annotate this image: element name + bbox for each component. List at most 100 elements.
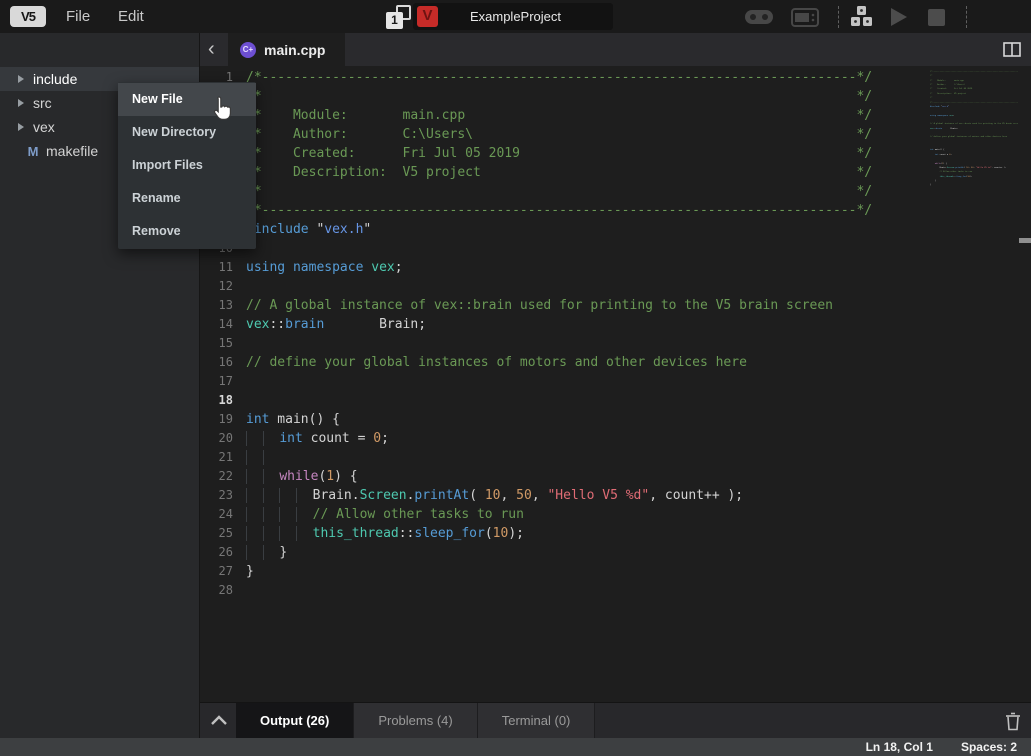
line-number: 15: [200, 334, 246, 353]
code-token: [285, 260, 293, 275]
code-line-21[interactable]: 21: [200, 448, 872, 467]
context-menu-item-rename[interactable]: Rename: [118, 182, 256, 215]
context-menu-item-import-files[interactable]: Import Files: [118, 149, 256, 182]
code-line-26[interactable]: 26 }: [200, 543, 872, 562]
context-menu: New FileNew DirectoryImport FilesRenameR…: [118, 82, 256, 249]
indent-guide: [263, 469, 280, 484]
cursor-position[interactable]: Ln 18, Col 1: [866, 740, 933, 754]
back-chevron-icon[interactable]: ‹: [208, 40, 222, 59]
code-line-19[interactable]: 19int main() {: [200, 410, 872, 429]
indent-guide: [246, 545, 263, 560]
minimap[interactable]: /*--------------------------------------…: [930, 70, 1018, 192]
panel-tab-output[interactable]: Output (26): [236, 703, 354, 739]
context-menu-item-remove[interactable]: Remove: [118, 215, 256, 248]
indent-setting[interactable]: Spaces: 2: [961, 740, 1017, 754]
code-line-13[interactable]: 13// A global instance of vex::brain use…: [200, 296, 872, 315]
indent-guide: [296, 488, 313, 503]
code-token: this_thread: [313, 526, 399, 541]
menu-edit[interactable]: Edit: [118, 0, 144, 33]
line-number: 22: [200, 467, 246, 486]
code-editor[interactable]: 1/*-------------------------------------…: [200, 66, 1031, 702]
line-number: 17: [200, 372, 246, 391]
status-bar: Ln 18, Col 1 Spaces: 2: [0, 738, 1031, 756]
context-menu-item-new-directory[interactable]: New Directory: [118, 116, 256, 149]
code-token: Screen: [360, 488, 407, 503]
indent-guide: [246, 450, 263, 465]
play-icon: [891, 8, 907, 26]
hand-cursor: [210, 95, 234, 123]
code-token: printAt: [414, 488, 469, 503]
code-token: while: [279, 469, 318, 484]
code-line-8[interactable]: 8/*-------------------------------------…: [200, 201, 872, 220]
code-line-4[interactable]: 4/* Author: C:\Users\ */: [200, 125, 872, 144]
editor-tab-bar: ‹ C+ main.cpp: [200, 33, 1031, 66]
context-menu-item-new-file[interactable]: New File: [118, 83, 256, 116]
panel-tab-terminal[interactable]: Terminal (0): [478, 703, 596, 739]
project-widget[interactable]: V ExampleProject: [413, 3, 613, 30]
code-line-3[interactable]: 3/* Module: main.cpp */: [200, 106, 872, 125]
code-line-17[interactable]: 17: [200, 372, 872, 391]
code-line-5[interactable]: 5/* Created: Fri Jul 05 2019 */: [200, 144, 872, 163]
code-line-11[interactable]: 11using namespace vex;: [200, 258, 872, 277]
code-line-15[interactable]: 15: [200, 334, 872, 353]
code-line-16[interactable]: 16// define your global instances of mot…: [200, 353, 872, 372]
code-line-6[interactable]: 6/* Description: V5 project */: [200, 163, 872, 182]
code-token: /*--------------------------------------…: [246, 70, 872, 85]
line-number: 18: [200, 391, 246, 410]
code-token: namespace: [293, 260, 363, 275]
stop-icon: [928, 9, 945, 26]
cpp-file-icon: C+: [240, 42, 256, 58]
code-token: 10: [493, 526, 509, 541]
code-token: ": [363, 222, 371, 237]
code-token: count =: [303, 431, 373, 446]
code-token: ,: [501, 488, 517, 503]
indent-guide: [296, 526, 313, 541]
code-token: /* Author: C:\Users\ */: [246, 127, 872, 142]
trash-icon[interactable]: [1005, 712, 1021, 731]
code-line-1[interactable]: 1/*-------------------------------------…: [200, 68, 872, 87]
code-line-2[interactable]: 2/* */: [200, 87, 872, 106]
indent-guide: [246, 507, 263, 522]
code-line-12[interactable]: 12: [200, 277, 872, 296]
indent-guide: [263, 450, 280, 465]
code-line-22[interactable]: 22 while(1) {: [200, 467, 872, 486]
code-token: main() {: [269, 412, 339, 427]
minimap-line: // define your global instances of motor…: [930, 135, 1018, 139]
code-line-24[interactable]: 24 // Allow other tasks to run: [200, 505, 872, 524]
code-token: vex: [246, 317, 269, 332]
code-line-7[interactable]: 7/* */: [200, 182, 872, 201]
code-line-20[interactable]: 20 int count = 0;: [200, 429, 872, 448]
tab-main-cpp[interactable]: C+ main.cpp: [228, 33, 345, 66]
chevron-right-icon: [18, 99, 24, 107]
code-token: ) {: [334, 469, 357, 484]
brain-screen-icon: [791, 8, 819, 27]
code-line-18[interactable]: 18: [200, 391, 872, 410]
chevron-right-icon: [18, 123, 24, 131]
expand-panel-chevron-icon[interactable]: [210, 714, 228, 726]
line-number: 20: [200, 429, 246, 448]
code-line-25[interactable]: 25 this_thread::sleep_for(10);: [200, 524, 872, 543]
code-token: 10: [485, 488, 501, 503]
code-line-9[interactable]: 9#include "vex.h": [200, 220, 872, 239]
panel-tab-problems[interactable]: Problems (4): [354, 703, 477, 739]
code-token: /* */: [246, 184, 872, 199]
bottom-panel-bar: Output (26)Problems (4)Terminal (0): [200, 702, 1031, 738]
scrollbar-thumb[interactable]: [1019, 238, 1031, 243]
project-name: ExampleProject: [438, 9, 613, 24]
code-token: ::: [269, 317, 285, 332]
line-number: 24: [200, 505, 246, 524]
download-cubes-icon[interactable]: [849, 6, 874, 28]
menu-file[interactable]: File: [66, 0, 90, 33]
tree-item-label: include: [33, 71, 77, 87]
code-line-14[interactable]: 14vex::brain Brain;: [200, 315, 872, 334]
code-token: int: [279, 431, 302, 446]
code-line-27[interactable]: 27}: [200, 562, 872, 581]
code-line-10[interactable]: 10: [200, 239, 872, 258]
indent-guide: [246, 488, 263, 503]
split-editor-icon[interactable]: [1003, 42, 1021, 57]
slot-icon[interactable]: 1: [386, 5, 411, 29]
code-token: 50: [516, 488, 532, 503]
code-line-28[interactable]: 28: [200, 581, 872, 600]
line-number: 13: [200, 296, 246, 315]
code-line-23[interactable]: 23 Brain.Screen.printAt( 10, 50, "Hello …: [200, 486, 872, 505]
